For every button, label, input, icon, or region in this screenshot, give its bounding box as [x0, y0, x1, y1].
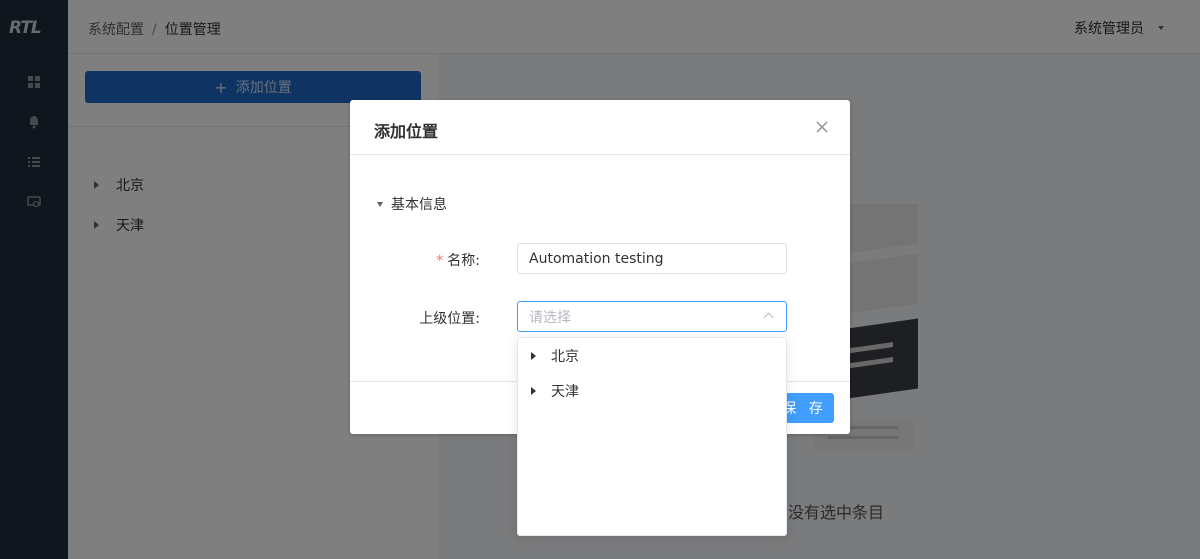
- caret-right-icon[interactable]: [531, 352, 536, 360]
- dialog-title: 添加位置: [374, 122, 439, 141]
- caret-right-icon[interactable]: [531, 387, 536, 395]
- dropdown-tree-node[interactable]: 天津: [531, 381, 579, 401]
- close-icon[interactable]: [815, 120, 829, 134]
- dropdown-tree-node[interactable]: 北京: [531, 346, 579, 366]
- caret-down-icon: [377, 201, 383, 207]
- dropdown-option-label: 北京: [551, 349, 579, 365]
- name-input[interactable]: Automation testing: [517, 243, 787, 274]
- name-input-value: Automation testing: [529, 250, 664, 267]
- required-asterisk: *: [436, 253, 444, 269]
- select-placeholder: 请选择: [529, 309, 571, 326]
- section-basic-info[interactable]: 基本信息: [377, 194, 447, 214]
- parent-location-label: 上级位置:: [419, 311, 480, 327]
- divider: [350, 154, 850, 155]
- dropdown-option-label: 天津: [551, 384, 579, 400]
- parent-location-select[interactable]: 请选择: [517, 301, 787, 332]
- section-title-label: 基本信息: [391, 197, 447, 213]
- chevron-up-icon: [763, 312, 774, 323]
- parent-location-dropdown: 北京 天津: [517, 337, 787, 536]
- name-label: * 名称:: [436, 253, 480, 269]
